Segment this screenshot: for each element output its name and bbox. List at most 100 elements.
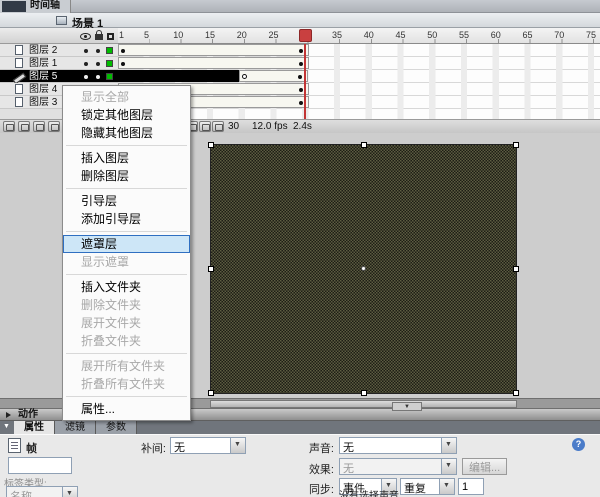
keyframe-dot [298,62,303,66]
lock-dot[interactable] [96,75,100,79]
scene-clapper-icon [56,16,67,25]
frame-ruler[interactable]: 151015202530354045505560657075 [118,28,600,44]
selection-handle[interactable] [360,142,367,148]
sync-caption: 同步: [308,484,334,496]
expand-arrow-icon [6,412,11,418]
outline-color-swatch[interactable] [106,60,113,67]
edit-sound-button[interactable]: 编辑... [462,458,508,475]
selection-handle[interactable] [513,390,519,396]
selection-handle[interactable] [208,266,214,272]
ruler-frame-15: 15 [205,30,216,40]
actions-panel-label: 动作 [18,409,38,420]
delete-layer-icon[interactable] [48,121,60,132]
menu-item-expand-all-folders: 展开所有文件夹 [81,359,166,373]
layer-row-layer-5[interactable]: 图层 5 [0,70,118,83]
ruler-frame-60: 60 [490,30,501,40]
visibility-dot[interactable] [84,49,88,53]
properties-tabbar: 属性滤镜参数 [0,421,600,434]
layer-row-layer-2[interactable]: 图层 2 [0,44,118,57]
selection-handle[interactable] [208,390,214,396]
playhead-marker[interactable] [299,29,313,42]
outline-color-swatch[interactable] [106,47,113,54]
lock-icon[interactable] [95,30,103,40]
effect-select[interactable]: 无 [339,458,457,475]
effect-caption: 效果: [308,464,334,476]
menu-item-delete-layer[interactable]: 删除图层 [63,167,190,185]
keyframe-dot [121,62,125,66]
ruler-frame-40: 40 [363,30,374,40]
layer-page-icon [15,97,23,107]
sound-value: 无 [343,442,354,453]
outline-color-swatch[interactable] [106,73,113,80]
scrollbar-thumb[interactable] [210,400,517,408]
chevron-down-icon [441,459,456,474]
frame-caption: 帧 [26,443,37,455]
layer-name: 图层 4 [29,84,58,95]
tween-value: 无 [174,442,185,453]
empty-keyframe-marker [241,74,247,79]
lock-dot[interactable] [96,49,100,53]
selected-frames-span[interactable] [118,70,239,82]
tab-parameters[interactable]: 参数 [96,421,137,434]
layer-context-menu: 显示全部 锁定其他图层 隐藏其他图层 插入图层 删除图层 引导层 添加引导层 遮罩层 显示遮罩插… [62,85,191,421]
menu-item-expand-folder: 展开文件夹 [81,316,142,330]
sound-select[interactable]: 无 [339,437,457,454]
menu-item-mask[interactable]: 遮罩层 [63,235,190,253]
menu-item-lock-others[interactable]: 锁定其他图层 [63,106,190,124]
selected-stage-object[interactable] [208,142,519,396]
outline-icon[interactable] [107,33,114,40]
help-icon[interactable] [572,438,585,451]
insert-layer-folder-icon[interactable] [33,121,45,132]
menu-item-collapse-all-folders: 折叠所有文件夹 [81,377,166,391]
modify-onion-markers-icon[interactable] [212,121,224,132]
menu-item-guide[interactable]: 引导层 [63,192,190,210]
menu-item-insert-folder[interactable]: 插入文件夹 [63,278,190,296]
tab-timeline[interactable]: 时间轴 [0,0,71,13]
menu-item-properties[interactable]: 属性... [63,400,190,418]
ruler-frame-65: 65 [522,30,533,40]
tab-properties[interactable]: 属性 [14,421,55,434]
selection-handle[interactable] [208,142,214,148]
tween-caption: 补间: [140,443,166,455]
keyframe-dot [298,75,303,79]
tab-filters[interactable]: 滤镜 [55,421,96,434]
layers-header [0,28,118,44]
eye-icon[interactable] [80,33,91,40]
layer-row-layer-1[interactable]: 图层 1 [0,57,118,70]
chevron-down-icon [62,487,77,497]
loop-count-input[interactable] [458,478,484,495]
add-motion-guide-icon[interactable] [18,121,30,132]
collapse-triangle-icon[interactable] [0,421,14,434]
panel-collapse-grip[interactable] [392,402,422,411]
keyframe-dot [298,88,303,92]
menu-item-show-masking: 显示遮罩 [81,255,130,269]
ruler-frame-10: 10 [173,30,184,40]
menu-item-hide-others[interactable]: 隐藏其他图层 [63,124,190,142]
frame-label-input[interactable] [8,457,72,474]
layer-name: 图层 1 [29,58,58,69]
tween-select[interactable]: 无 [170,437,246,454]
selection-handle[interactable] [360,390,367,396]
edit-multiple-frames-icon[interactable] [199,121,211,132]
menu-item-insert-layer[interactable]: 插入图层 [63,149,190,167]
frame-span[interactable] [118,44,309,56]
insert-layer-icon[interactable] [3,121,15,132]
lock-dot[interactable] [96,62,100,66]
selection-handle[interactable] [513,266,519,272]
chevron-down-icon [230,438,245,453]
layer-page-icon [15,84,23,94]
sync-repeat-select[interactable]: 重复 [400,478,455,495]
frame-span[interactable] [238,70,309,82]
menu-separator [66,396,187,397]
visibility-dot[interactable] [84,62,88,66]
menu-item-collapse-folder: 折叠文件夹 [81,334,142,348]
menu-item-add-guide-layer[interactable]: 添加引导层 [63,210,190,228]
menu-separator [66,188,187,189]
frame-span[interactable] [118,57,309,69]
label-type-select[interactable]: 名称 [6,486,78,497]
visibility-dot[interactable] [84,75,88,79]
panel-icon [2,1,26,12]
selection-handle[interactable] [513,142,519,148]
frame-rate-readout[interactable]: 12.0 fps [252,121,288,132]
layer-name: 图层 5 [29,71,58,82]
